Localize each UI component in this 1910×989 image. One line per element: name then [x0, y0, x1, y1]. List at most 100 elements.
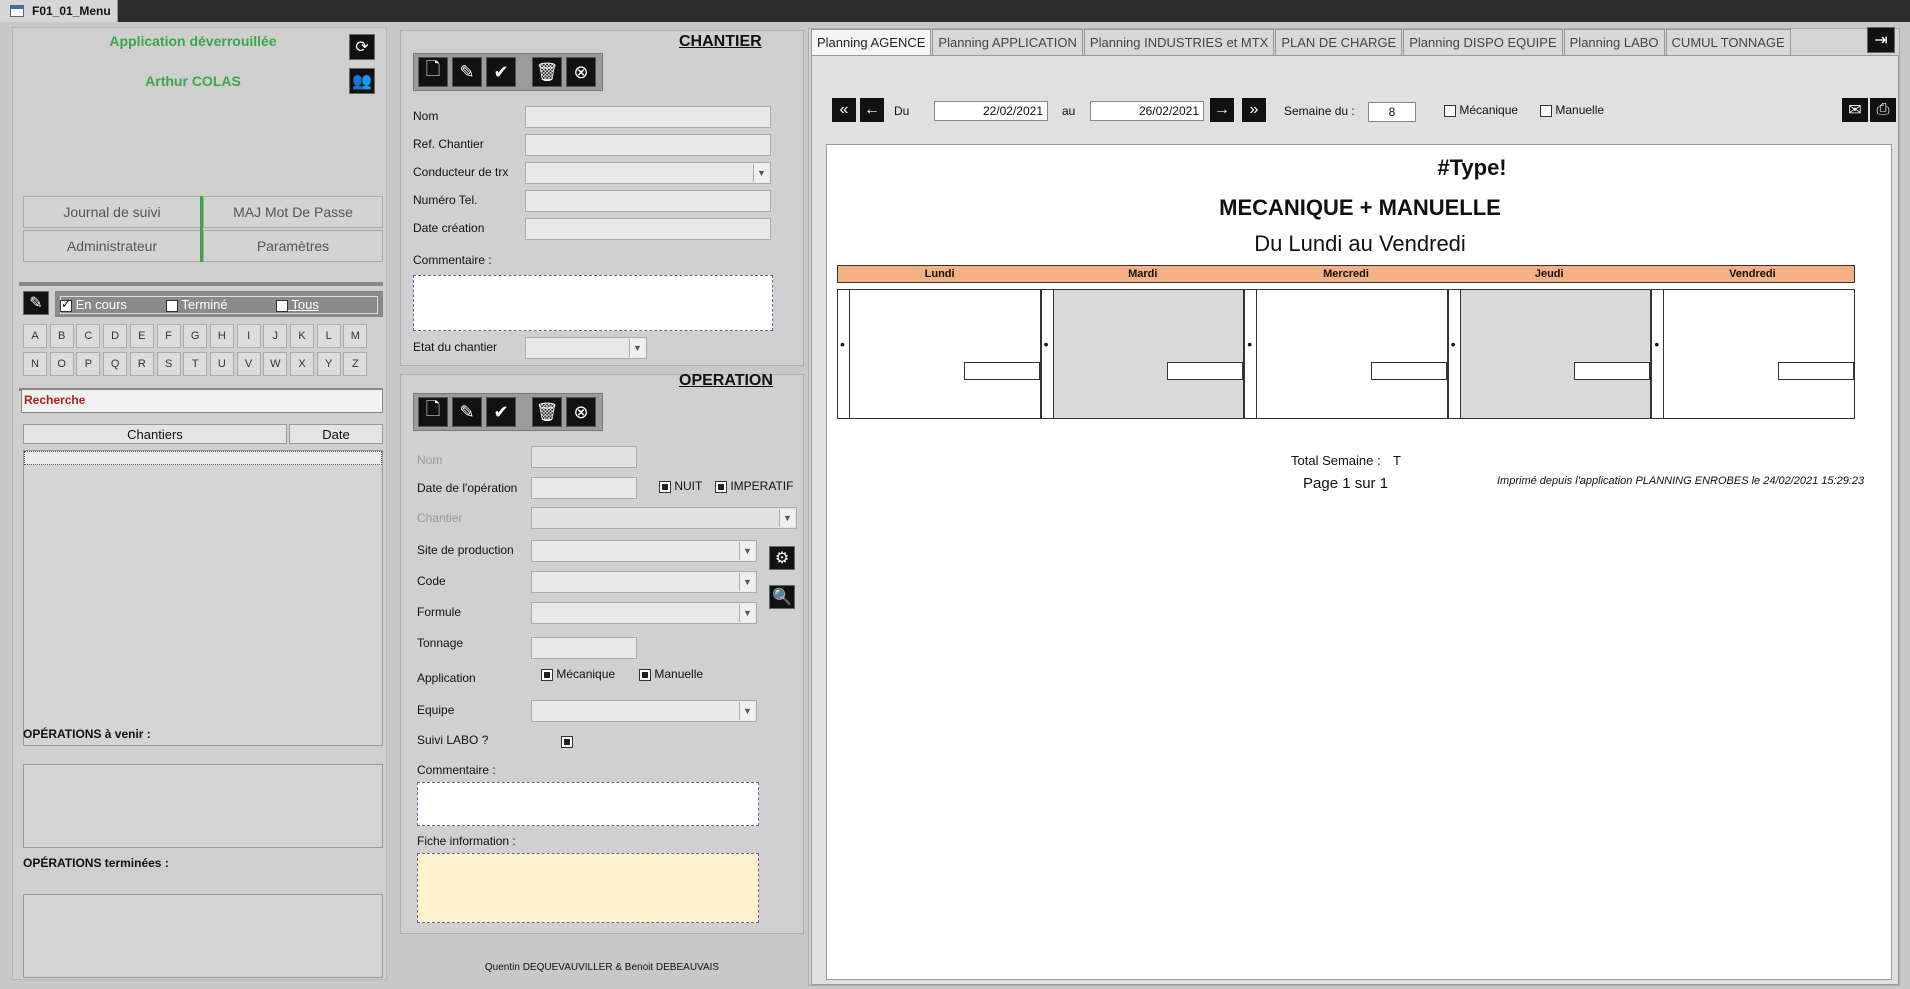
app-mecanique-checkbox[interactable]: Mécanique [541, 667, 615, 681]
tab-plan-de-charge[interactable]: PLAN DE CHARGE [1275, 29, 1403, 55]
code-select[interactable]: ▼ [531, 571, 757, 593]
zoom-icon[interactable]: 🔍 [769, 585, 795, 609]
filter-tous[interactable]: Tous [276, 297, 319, 312]
tab-planning-labo[interactable]: Planning LABO [1563, 29, 1665, 55]
maj-mdp-button[interactable]: MAJ Mot De Passe [203, 196, 383, 228]
last-icon[interactable]: » [1242, 98, 1266, 122]
first-icon[interactable]: « [832, 98, 856, 122]
prev-arrow-icon[interactable]: ← [860, 98, 884, 122]
ops-terminees-list[interactable] [23, 894, 383, 978]
letter-button[interactable]: S [156, 352, 181, 376]
ops-venir-list[interactable] [23, 764, 383, 848]
tab-planning-dispo-equipe[interactable]: Planning DISPO EQUIPE [1403, 29, 1563, 55]
letter-button[interactable]: B [49, 324, 74, 348]
letter-button[interactable]: A [23, 324, 47, 348]
menu-divider [200, 196, 203, 262]
mail-icon[interactable]: ✉ [1842, 98, 1868, 122]
search-input[interactable]: Recherche [21, 389, 383, 413]
letter-button[interactable]: M [343, 324, 368, 348]
journal-button[interactable]: Journal de suivi [23, 196, 201, 228]
date-op-field[interactable] [531, 477, 637, 499]
new-doc-icon[interactable]: 🗋 [418, 57, 448, 87]
parametres-button[interactable]: Paramètres [203, 230, 383, 262]
letter-button[interactable]: V [236, 352, 261, 376]
filter-en-cours[interactable]: En cours [60, 297, 127, 312]
letter-button[interactable]: H [209, 324, 234, 348]
letter-button[interactable]: F [156, 324, 181, 348]
letter-button[interactable]: C [76, 324, 101, 348]
tonnage-field[interactable] [531, 637, 637, 659]
col-chantiers[interactable]: Chantiers [23, 424, 287, 444]
users-icon[interactable]: 👥 [349, 68, 375, 94]
op-chantier-select[interactable]: ▼ [531, 507, 797, 529]
delete-icon[interactable]: 🗑 [532, 57, 562, 87]
op-commentaire[interactable] [417, 782, 759, 826]
suivi-labo-checkbox[interactable] [561, 733, 573, 748]
op-chantier-label: Chantier [417, 511, 463, 525]
letter-button[interactable]: P [76, 352, 101, 376]
tab-cumul-tonnage[interactable]: CUMUL TONNAGE [1665, 29, 1791, 55]
letter-button[interactable]: O [49, 352, 74, 376]
semaine-field[interactable]: 8 [1368, 102, 1416, 122]
date-from-field[interactable]: 22/02/2021 [934, 101, 1048, 121]
date-creation-field[interactable] [525, 218, 771, 240]
tab-planning-agence[interactable]: Planning AGENCE [811, 29, 932, 55]
letter-button[interactable]: Y [316, 352, 341, 376]
chantiers-list[interactable] [23, 450, 383, 746]
fiche-info[interactable] [417, 853, 759, 923]
exit-icon[interactable]: ⇥ [1867, 27, 1895, 53]
ref-field[interactable] [525, 134, 771, 156]
letter-button[interactable]: R [129, 352, 154, 376]
edit-icon[interactable]: ✎ [452, 57, 482, 87]
report-type: #Type! [1437, 155, 1507, 180]
tel-field[interactable] [525, 190, 771, 212]
broom-icon[interactable]: ✎ [23, 291, 49, 315]
tab-planning-application[interactable]: Planning APPLICATION [932, 29, 1083, 55]
document-tab[interactable]: F01_01_Menu [0, 0, 118, 22]
letter-button[interactable]: N [23, 352, 47, 376]
site-select[interactable]: ▼ [531, 540, 757, 562]
letter-button[interactable]: L [316, 324, 341, 348]
mecanique-checkbox[interactable]: Mécanique [1444, 103, 1518, 117]
letter-button[interactable]: K [290, 324, 314, 348]
print-icon[interactable]: ⎙ [1870, 98, 1896, 122]
etat-select[interactable]: ▼ [525, 337, 647, 359]
check-icon[interactable]: ✔ [486, 57, 516, 87]
tab-planning-industries-et-mtx[interactable]: Planning INDUSTRIES et MTX [1083, 29, 1275, 55]
date-to-field[interactable]: 26/02/2021 [1090, 101, 1204, 121]
cancel-icon[interactable]: ⊗ [566, 397, 596, 427]
letter-button[interactable]: T [183, 352, 208, 376]
nuit-checkbox[interactable]: NUIT [659, 479, 702, 493]
letter-button[interactable]: G [183, 324, 208, 348]
letter-button[interactable]: I [236, 324, 261, 348]
manuelle-checkbox[interactable]: Manuelle [1540, 103, 1604, 117]
new-doc-icon[interactable]: 🗋 [418, 397, 448, 427]
cancel-icon[interactable]: ⊗ [566, 57, 596, 87]
letter-button[interactable]: U [209, 352, 234, 376]
formule-select[interactable]: ▼ [531, 602, 757, 624]
imperatif-checkbox[interactable]: IMPERATIF [715, 479, 793, 493]
app-manuelle-checkbox[interactable]: Manuelle [639, 667, 703, 681]
day-strip [1448, 290, 1461, 418]
conducteur-select[interactable]: ▼ [525, 162, 771, 184]
letter-button[interactable]: D [103, 324, 128, 348]
op-nom-field[interactable] [531, 446, 637, 468]
edit-icon[interactable]: ✎ [452, 397, 482, 427]
site-settings-icon[interactable]: ⚙ [769, 546, 795, 570]
nom-field[interactable] [525, 106, 771, 128]
letter-button[interactable]: X [290, 352, 314, 376]
next-arrow-icon[interactable]: → [1210, 98, 1234, 122]
administrateur-button[interactable]: Administrateur [23, 230, 201, 262]
letter-button[interactable]: Z [343, 352, 368, 376]
equipe-select[interactable]: ▼ [531, 700, 757, 722]
check-icon[interactable]: ✔ [486, 397, 516, 427]
letter-button[interactable]: Q [103, 352, 128, 376]
filter-termine[interactable]: Terminé [166, 297, 228, 312]
refresh-icon[interactable]: ⟳ [349, 34, 375, 60]
col-date[interactable]: Date [289, 424, 383, 444]
letter-button[interactable]: W [263, 352, 288, 376]
letter-button[interactable]: E [129, 324, 154, 348]
letter-button[interactable]: J [263, 324, 288, 348]
chantier-commentaire[interactable] [413, 275, 773, 331]
delete-icon[interactable]: 🗑 [532, 397, 562, 427]
